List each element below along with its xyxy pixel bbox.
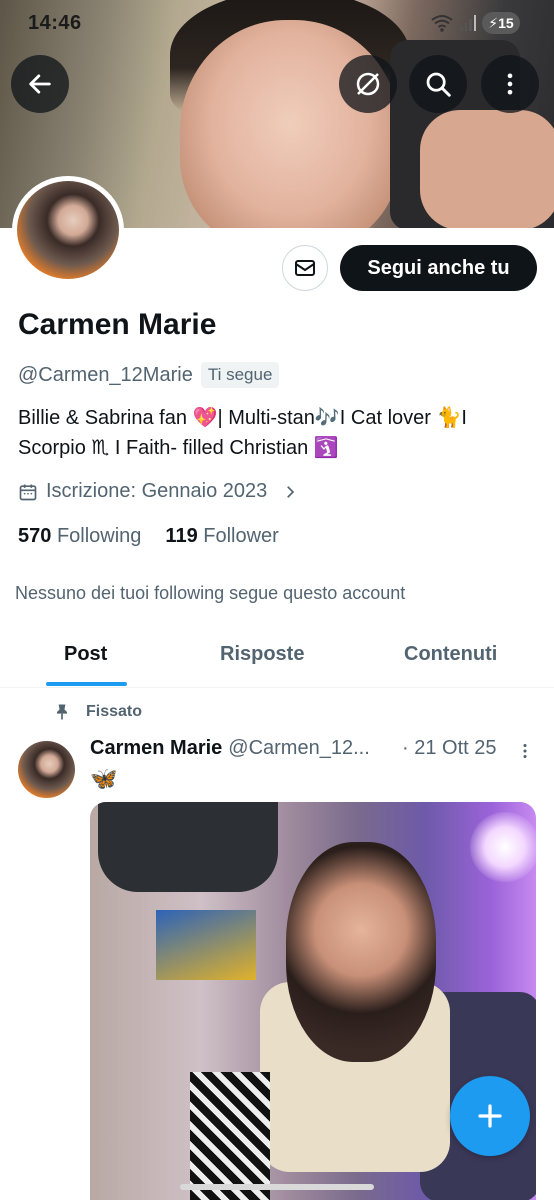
wifi-icon [430, 13, 454, 33]
followers-label: Follower [203, 525, 279, 547]
signal-icon [460, 15, 476, 31]
status-bar: 14:46 ⚡ 15 [0, 0, 554, 46]
profile-tabs: Post Risposte Contenuti [0, 624, 554, 688]
post-more-button[interactable] [518, 740, 532, 768]
post-date[interactable]: · 21 Ott 25 [402, 737, 497, 760]
translate-button[interactable] [339, 55, 397, 113]
media-poster [156, 910, 256, 980]
compose-button[interactable] [450, 1076, 530, 1156]
post-handle: @Carmen_12... [228, 737, 370, 759]
globe-strike-icon [356, 72, 380, 96]
tab-replies[interactable]: Risposte [220, 643, 304, 666]
pin-icon [57, 704, 67, 720]
handle-row: @Carmen_12Marie Ti segue [18, 362, 280, 388]
profile-avatar[interactable] [12, 176, 124, 284]
bio-line-1: Billie & Sabrina fan 💖| Multi-stan🎶I Cat… [18, 407, 467, 429]
followers-link[interactable]: 119 Follower [165, 525, 278, 548]
following-count: 570 [18, 525, 52, 547]
post-avatar[interactable] [18, 741, 75, 798]
media-zebra-box [190, 1072, 270, 1200]
media-light [470, 812, 536, 882]
post-text: 🦋 [90, 766, 118, 791]
chevron-right-icon [287, 485, 295, 498]
avatar-image [17, 181, 119, 279]
active-tab-indicator [46, 682, 127, 686]
more-vertical-icon [507, 73, 513, 95]
tab-media[interactable]: Contenuti [404, 643, 497, 666]
plus-icon [478, 1104, 502, 1128]
tab-post[interactable]: Post [64, 643, 107, 666]
banner-hand [420, 110, 554, 228]
battery-badge: ⚡ 15 [482, 12, 520, 34]
mail-icon [295, 260, 315, 276]
post-author[interactable]: Carmen Marie [90, 737, 222, 760]
media-person [286, 842, 436, 1062]
status-icons: ⚡ 15 [430, 12, 520, 34]
home-indicator[interactable] [180, 1184, 374, 1190]
search-button[interactable] [409, 55, 467, 113]
following-link[interactable]: 570 Following [18, 525, 141, 548]
profile-name: Carmen Marie [18, 308, 217, 341]
bio-line-2: Scorpio ♏ I Faith- filled Christian 🛐 [18, 437, 339, 459]
pinned-label: Fissato [86, 703, 143, 720]
status-time: 14:46 [28, 12, 82, 34]
arrow-left-icon [29, 74, 51, 94]
joined-date-row[interactable]: Iscrizione: Gennaio 2023 [18, 480, 299, 503]
following-label: Following [56, 525, 142, 547]
more-vertical-icon [523, 743, 527, 759]
more-button[interactable] [481, 55, 539, 113]
no-mutual-followers: Nessuno dei tuoi following segue questo … [15, 583, 406, 603]
follow-button[interactable]: Segui anche tu [340, 245, 537, 291]
banner-face [180, 20, 400, 228]
back-button[interactable] [11, 55, 69, 113]
pinned-label-row: Fissato [52, 702, 142, 722]
battery-level: 15 [498, 15, 514, 31]
joined-date: Iscrizione: Gennaio 2023 [46, 480, 268, 502]
profile-bio: Billie & Sabrina fan 💖| Multi-stan🎶I Cat… [18, 403, 538, 463]
profile-handle: @Carmen_12Marie [18, 363, 193, 386]
followers-count: 119 [165, 525, 198, 547]
follows-you-badge: Ti segue [200, 362, 280, 388]
stats-row: 570 Following 119 Follower [18, 525, 279, 548]
media-bags [98, 802, 278, 892]
search-icon [426, 72, 451, 97]
message-button[interactable] [282, 245, 328, 291]
calendar-icon [19, 484, 37, 500]
